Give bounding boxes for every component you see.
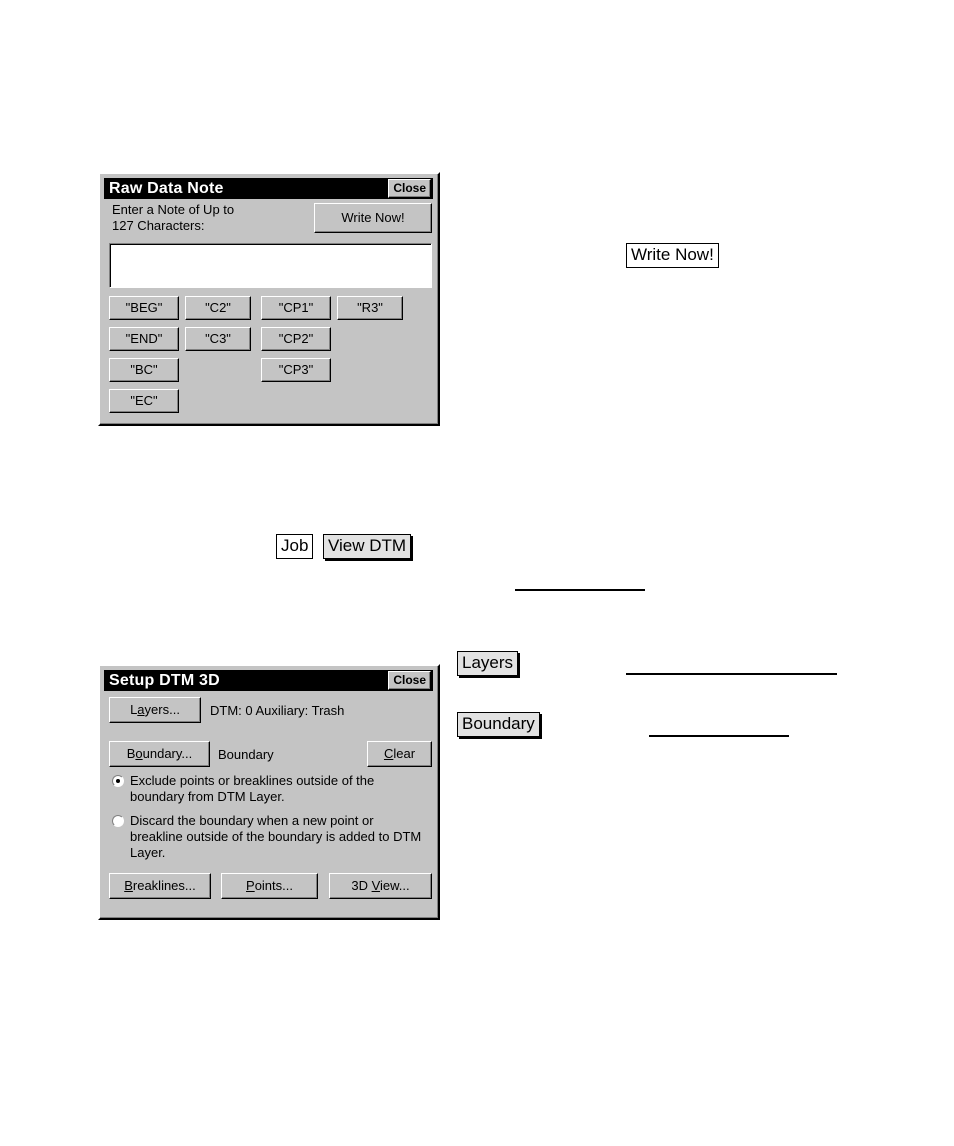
code-button-label: "CP2" bbox=[278, 331, 314, 346]
clear-button[interactable]: Clear bbox=[367, 741, 432, 767]
code-button-label: "CP1" bbox=[278, 300, 314, 315]
boundary-button-label: Boundary... bbox=[126, 746, 193, 761]
code-button[interactable]: "CP1" bbox=[261, 296, 331, 320]
layers-reference-label: Layers bbox=[457, 651, 519, 676]
clear-button-label: Clear bbox=[383, 746, 416, 761]
radio-option[interactable]: Discard the boundary when a new point or… bbox=[112, 813, 427, 861]
write-now-reference-label: Write Now! bbox=[626, 243, 719, 268]
code-button[interactable]: "EC" bbox=[109, 389, 179, 413]
job-reference-label: Job bbox=[276, 534, 314, 559]
note-prompt-label: Enter a Note of Up to 127 Characters: bbox=[112, 202, 235, 233]
layers-button[interactable]: Layers... bbox=[109, 697, 201, 723]
radio-option[interactable]: Exclude points or breaklines outside of … bbox=[112, 773, 427, 805]
layers-button-label: Layers... bbox=[130, 702, 180, 717]
code-button[interactable]: "CP3" bbox=[261, 358, 331, 382]
code-button[interactable]: "C3" bbox=[185, 327, 251, 351]
radio-unchecked-icon[interactable] bbox=[112, 815, 124, 827]
close-button[interactable]: Close bbox=[388, 179, 431, 198]
layers-status-label: DTM: 0 Auxiliary: Trash bbox=[210, 703, 345, 718]
points-button-label: Points... bbox=[246, 878, 293, 893]
raw-data-note-titlebar: Raw Data Note Close bbox=[104, 178, 433, 199]
code-button[interactable]: "CP2" bbox=[261, 327, 331, 351]
code-button-label: "C3" bbox=[205, 331, 231, 346]
radio-checked-icon[interactable] bbox=[112, 775, 124, 787]
raw-data-note-dialog-body: Raw Data Note Close Enter a Note of Up t… bbox=[100, 174, 438, 424]
redaction-rule bbox=[649, 735, 789, 737]
view-3d-button[interactable]: 3D View... bbox=[329, 873, 432, 899]
setup-dtm-titlebar: Setup DTM 3D Close bbox=[104, 670, 433, 691]
points-button[interactable]: Points... bbox=[221, 873, 318, 899]
code-button[interactable]: "BEG" bbox=[109, 296, 179, 320]
breaklines-button[interactable]: Breaklines... bbox=[109, 873, 211, 899]
view-3d-button-label: 3D View... bbox=[351, 878, 410, 893]
write-now-button[interactable]: Write Now! bbox=[314, 203, 432, 233]
raw-data-note-dialog: Raw Data Note Close Enter a Note of Up t… bbox=[98, 172, 440, 426]
code-button-label: "BEG" bbox=[125, 300, 163, 315]
radio-option-label: Discard the boundary when a new point or… bbox=[130, 813, 422, 860]
code-button-label: "EC" bbox=[130, 393, 158, 408]
code-button[interactable]: "END" bbox=[109, 327, 179, 351]
code-button[interactable]: "BC" bbox=[109, 358, 179, 382]
setup-dtm-3d-dialog-body: Setup DTM 3D Close Layers... DTM: 0 Auxi… bbox=[100, 666, 438, 918]
boundary-policy-radio-group: Exclude points or breaklines outside of … bbox=[112, 773, 427, 869]
raw-data-note-title: Raw Data Note bbox=[109, 180, 224, 197]
radio-option-label: Exclude points or breaklines outside of … bbox=[130, 773, 375, 804]
code-button-grid: "BEG" "C2" "CP1" "R3" "END" "C3" "CP2" "BC" "CP3… bbox=[109, 296, 433, 414]
code-button[interactable]: "C2" bbox=[185, 296, 251, 320]
boundary-reference-label: Boundary bbox=[457, 712, 540, 737]
close-button[interactable]: Close bbox=[388, 671, 431, 690]
code-button[interactable]: "R3" bbox=[337, 296, 403, 320]
code-button-label: "BC" bbox=[130, 362, 158, 377]
redaction-rule bbox=[515, 589, 645, 591]
breaklines-button-label: Breaklines... bbox=[124, 878, 196, 893]
boundary-status-label: Boundary bbox=[218, 747, 274, 762]
code-button-label: "CP3" bbox=[278, 362, 314, 377]
redaction-rule bbox=[626, 673, 837, 675]
code-button-label: "R3" bbox=[357, 300, 383, 315]
boundary-button[interactable]: Boundary... bbox=[109, 741, 210, 767]
code-button-label: "END" bbox=[125, 331, 163, 346]
note-input[interactable] bbox=[109, 243, 432, 288]
code-button-label: "C2" bbox=[205, 300, 231, 315]
setup-dtm-3d-dialog: Setup DTM 3D Close Layers... DTM: 0 Auxi… bbox=[98, 664, 440, 920]
write-now-button-label: Write Now! bbox=[341, 210, 405, 225]
view-dtm-reference-label: View DTM bbox=[323, 534, 412, 559]
setup-dtm-title: Setup DTM 3D bbox=[109, 672, 220, 689]
